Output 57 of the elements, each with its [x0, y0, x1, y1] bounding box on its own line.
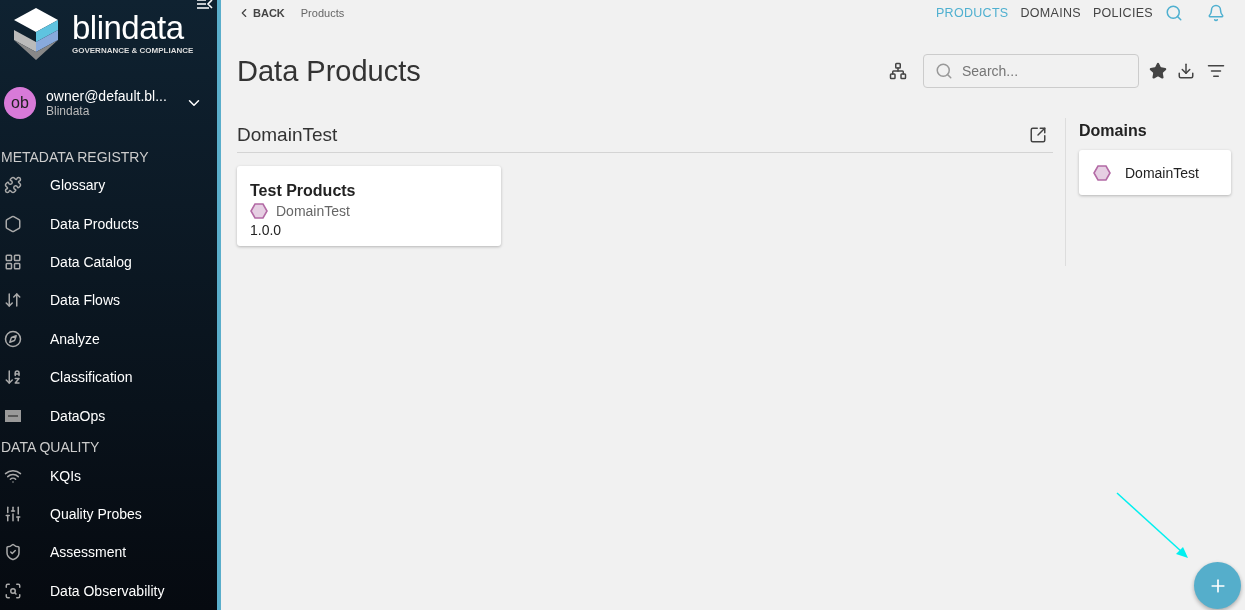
- sort-icon: [4, 368, 22, 387]
- search-field[interactable]: Search...: [923, 54, 1139, 88]
- nav-tab[interactable]: POLICIES: [1086, 6, 1159, 20]
- product-version: 1.0.0: [250, 222, 283, 238]
- nav-item[interactable]: Analyze: [0, 319, 217, 359]
- product-domain: DomainTest: [276, 203, 350, 219]
- nav-label: Glossary: [50, 177, 106, 194]
- product-name: Test Products: [250, 182, 357, 200]
- nav-label: KQIs: [50, 467, 82, 484]
- menu-collapse-icon[interactable]: [197, 0, 213, 10]
- nav-item[interactable]: Quality Probes: [0, 494, 217, 534]
- nav-label: Classification: [50, 369, 133, 386]
- user-email: owner@default.bl...: [46, 87, 168, 104]
- section-title: DATA QUALITY: [0, 437, 101, 457]
- nav-item[interactable]: Glossary: [0, 166, 217, 205]
- product-card[interactable]: Test Products DomainTest 1.0.0: [237, 166, 501, 246]
- nav-label: Data Catalog: [50, 254, 132, 271]
- nav-item[interactable]: Assessment: [0, 533, 217, 572]
- search-icon: [935, 62, 953, 80]
- nav-tab[interactable]: DOMAINS: [1014, 6, 1087, 20]
- shield-icon: [4, 543, 22, 562]
- page-title: Data Products: [237, 54, 422, 88]
- group-title: DomainTest: [237, 124, 338, 146]
- hexagon-icon: [250, 203, 268, 219]
- nav-item[interactable]: Data Flows: [0, 281, 217, 320]
- nav-label: DataOps: [50, 407, 106, 424]
- sliders-icon: [4, 504, 22, 523]
- nav-item[interactable]: Data Observability: [0, 571, 217, 610]
- nav-item[interactable]: Classification: [0, 358, 217, 397]
- logo-tagline: GOVERNANCE & COMPLIANCE: [72, 45, 194, 55]
- nav-label: Data Products: [50, 215, 139, 232]
- hexagon-icon: [1093, 164, 1111, 181]
- compass-icon: [4, 329, 22, 348]
- arrows-icon: [4, 291, 22, 310]
- back-button[interactable]: BACK: [237, 6, 285, 20]
- grid-icon: [4, 253, 22, 272]
- user-avatar[interactable]: ob: [4, 86, 36, 119]
- panel-title: Domains: [1079, 122, 1148, 140]
- nav-label: Analyze: [50, 330, 100, 347]
- nav-item[interactable]: DataOps: [0, 396, 217, 435]
- annotation-arrow: [1116, 492, 1188, 558]
- search-icon: [4, 581, 22, 600]
- nav-item[interactable]: KQIs: [0, 456, 217, 495]
- domain-card[interactable]: DomainTest: [1079, 150, 1231, 195]
- logo-name: blindata: [72, 9, 185, 46]
- breadcrumb: Products: [300, 7, 346, 19]
- nav-label: Data Flows: [50, 292, 121, 309]
- tenant-name: Blindata: [46, 103, 91, 118]
- section-title: METADATA REGISTRY: [0, 147, 150, 166]
- domain-label: DomainTest: [1125, 164, 1199, 181]
- nav-label: Assessment: [50, 544, 127, 561]
- puzzle-icon: [4, 176, 22, 195]
- nav-item[interactable]: Data Catalog: [0, 242, 217, 282]
- nav-label: Quality Probes: [50, 505, 142, 522]
- nav-label: Data Observability: [50, 582, 165, 599]
- hexagon-icon: [4, 214, 22, 233]
- nav-item[interactable]: Data Products: [0, 204, 217, 243]
